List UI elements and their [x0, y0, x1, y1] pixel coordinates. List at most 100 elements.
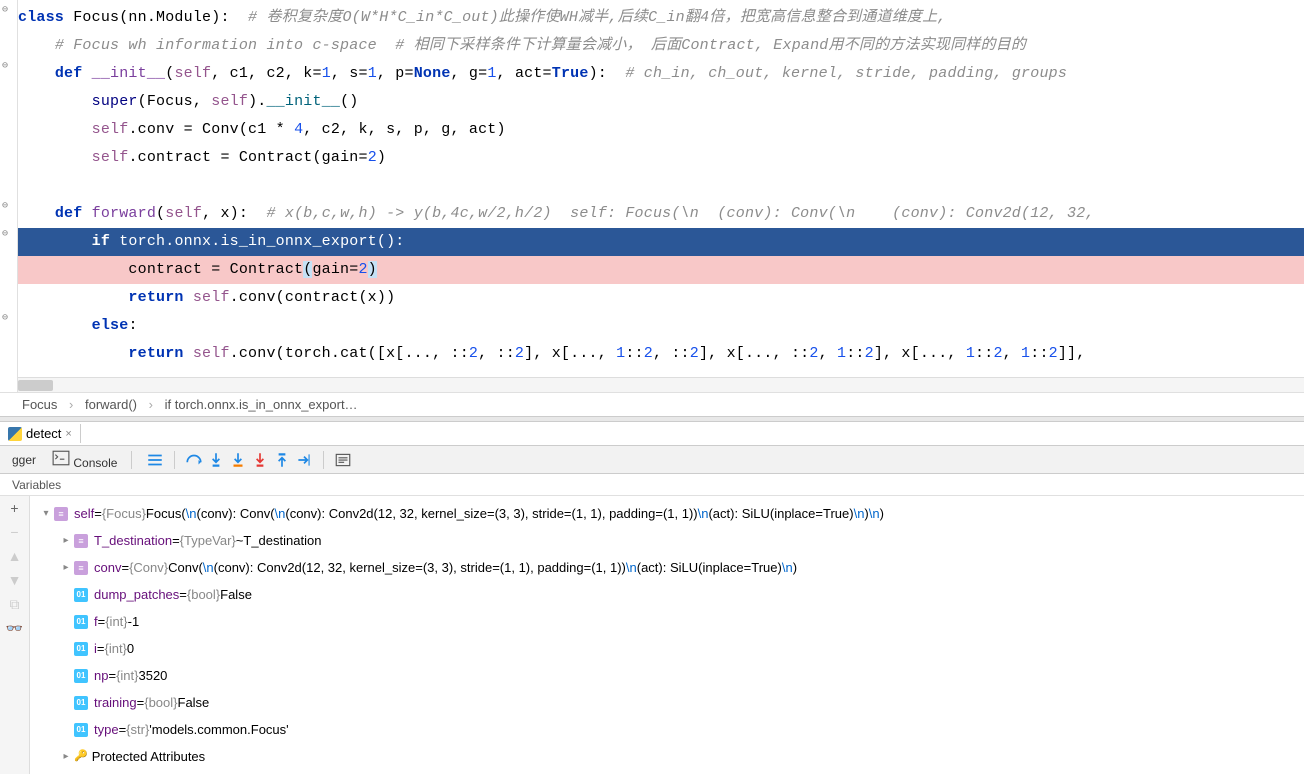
show-execution-point-icon[interactable] — [146, 451, 164, 469]
glasses-icon[interactable]: 👓 — [6, 620, 24, 638]
debugger-toolbar: gger Console — [0, 446, 1304, 474]
var-dump-patches[interactable]: 01 dump_patches = {bool} False — [30, 581, 1304, 608]
debug-tool-window: detect × gger Console Variables — [0, 422, 1304, 774]
var-value: 0 — [127, 635, 134, 662]
run-to-cursor-icon[interactable] — [295, 451, 313, 469]
code-line[interactable]: else: — [18, 312, 1304, 340]
primitive-badge-icon: 01 — [74, 615, 88, 629]
down-button[interactable]: ▼ — [6, 572, 24, 590]
expand-arrow-icon[interactable]: ▸ — [58, 527, 74, 554]
var-type: {Focus} — [102, 500, 146, 527]
var-label: Protected Attributes — [92, 743, 205, 770]
step-over-icon[interactable] — [185, 451, 203, 469]
fold-marker[interactable]: ⊖ — [2, 312, 14, 324]
editor-gutter: ⊖ ⊖ ⊖ ⊖ ⊖ — [0, 0, 18, 392]
var-value: False — [178, 689, 210, 716]
var-value: 3520 — [138, 662, 167, 689]
var-type: {int} — [104, 635, 126, 662]
breadcrumb-bar: Focus › forward() › if torch.onnx.is_in_… — [0, 392, 1304, 416]
primitive-badge-icon: 01 — [74, 588, 88, 602]
var-name: conv — [94, 554, 121, 581]
code-line[interactable]: return self.conv(contract(x)) — [18, 284, 1304, 312]
var-name: T_destination — [94, 527, 172, 554]
add-watch-button[interactable]: + — [6, 500, 24, 518]
variables-tree[interactable]: ▾ ≡ self = {Focus} Focus(\n (conv): Conv… — [30, 496, 1304, 774]
breadcrumb-item[interactable]: forward() — [81, 397, 141, 412]
primitive-badge-icon: 01 — [74, 669, 88, 683]
console-tab[interactable]: Console — [44, 445, 125, 474]
step-into-icon[interactable] — [207, 451, 225, 469]
breadcrumb-item[interactable]: Focus — [18, 397, 61, 412]
console-tab-label: Console — [73, 456, 117, 470]
variables-header: Variables — [0, 474, 1304, 496]
expand-arrow-icon[interactable]: ▸ — [58, 554, 74, 581]
key-icon: 🔑 — [74, 743, 88, 770]
expand-arrow-icon[interactable]: ▸ — [58, 743, 74, 770]
var-t-destination[interactable]: ▸ ≡ T_destination = {TypeVar} ~T_destina… — [30, 527, 1304, 554]
run-tab-label: detect — [26, 426, 61, 441]
var-value: Focus( — [146, 500, 186, 527]
code-line[interactable]: def forward(self, x): # x(b,c,w,h) -> y(… — [18, 200, 1304, 228]
var-conv[interactable]: ▸ ≡ conv = {Conv} Conv(\n (conv): Conv2d… — [30, 554, 1304, 581]
var-type: {str} — [126, 716, 149, 743]
fold-marker[interactable]: ⊖ — [2, 4, 14, 16]
code-line[interactable]: self.conv = Conv(c1 * 4, c2, k, s, p, g,… — [18, 116, 1304, 144]
var-type: {bool} — [187, 581, 220, 608]
var-type: {bool} — [144, 689, 177, 716]
code-line[interactable] — [18, 172, 1304, 200]
code-line[interactable]: super(Focus, self).__init__() — [18, 88, 1304, 116]
var-value: False — [220, 581, 252, 608]
debugger-tab[interactable]: gger — [4, 449, 44, 471]
var-training[interactable]: 01 training = {bool} False — [30, 689, 1304, 716]
var-name: dump_patches — [94, 581, 179, 608]
var-name: self — [74, 500, 94, 527]
var-self[interactable]: ▾ ≡ self = {Focus} Focus(\n (conv): Conv… — [30, 500, 1304, 527]
step-into-my-code-icon[interactable] — [229, 451, 247, 469]
evaluate-expression-icon[interactable] — [334, 451, 352, 469]
code-line[interactable]: def __init__(self, c1, c2, k=1, s=1, p=N… — [18, 60, 1304, 88]
code-line[interactable]: # Focus wh information into c-space # 相同… — [18, 32, 1304, 60]
var-type: {TypeVar} — [180, 527, 236, 554]
scrollbar-thumb[interactable] — [18, 380, 53, 391]
var-value: 'models.common.Focus' — [149, 716, 288, 743]
var-f[interactable]: 01 f = {int} -1 — [30, 608, 1304, 635]
primitive-badge-icon: 01 — [74, 696, 88, 710]
fold-marker[interactable]: ⊖ — [2, 200, 14, 212]
code-content[interactable]: class Focus(nn.Module): # 卷积复杂度O(W*H*C_i… — [18, 0, 1304, 368]
horizontal-scrollbar[interactable] — [18, 377, 1304, 392]
var-name: training — [94, 689, 137, 716]
code-line[interactable]: contract = Contract(gain=2) — [18, 256, 1304, 284]
var-np[interactable]: 01 np = {int} 3520 — [30, 662, 1304, 689]
breadcrumb-item[interactable]: if torch.onnx.is_in_onnx_export… — [161, 397, 362, 412]
var-type: {Conv} — [129, 554, 168, 581]
code-line[interactable]: self.contract = Contract(gain=2) — [18, 144, 1304, 172]
run-tab-detect[interactable]: detect × — [0, 424, 81, 443]
var-protected-attributes[interactable]: ▸ 🔑 Protected Attributes — [30, 743, 1304, 770]
step-out-icon[interactable] — [273, 451, 291, 469]
up-button[interactable]: ▲ — [6, 548, 24, 566]
var-type[interactable]: 01 type = {str} 'models.common.Focus' — [30, 716, 1304, 743]
fold-marker[interactable]: ⊖ — [2, 228, 14, 240]
python-icon — [8, 427, 22, 441]
var-value: -1 — [128, 608, 140, 635]
toolbar-separator — [174, 451, 175, 469]
code-editor[interactable]: ⊖ ⊖ ⊖ ⊖ ⊖ class Focus(nn.Module): # 卷积复杂… — [0, 0, 1304, 392]
code-line[interactable]: if torch.onnx.is_in_onnx_export(): — [18, 228, 1304, 256]
var-i[interactable]: 01 i = {int} 0 — [30, 635, 1304, 662]
code-line[interactable]: class Focus(nn.Module): # 卷积复杂度O(W*H*C_i… — [18, 4, 1304, 32]
force-step-into-icon[interactable] — [251, 451, 269, 469]
fold-marker[interactable]: ⊖ — [2, 60, 14, 72]
collapse-arrow-icon[interactable]: ▾ — [38, 500, 54, 527]
primitive-badge-icon: 01 — [74, 642, 88, 656]
copy-button[interactable]: ⧉ — [6, 596, 24, 614]
variables-sidebar: + − ▲ ▼ ⧉ 👓 — [0, 496, 30, 774]
var-value: ~T_destination — [236, 527, 322, 554]
breadcrumb-separator: › — [145, 397, 157, 412]
field-badge-icon: ≡ — [54, 507, 68, 521]
code-line[interactable]: return self.conv(torch.cat([x[..., ::2, … — [18, 340, 1304, 368]
toolbar-separator — [131, 451, 132, 469]
breadcrumb-separator: › — [65, 397, 77, 412]
remove-watch-button[interactable]: − — [6, 524, 24, 542]
run-tab-row: detect × — [0, 422, 1304, 446]
close-icon[interactable]: × — [65, 428, 71, 440]
